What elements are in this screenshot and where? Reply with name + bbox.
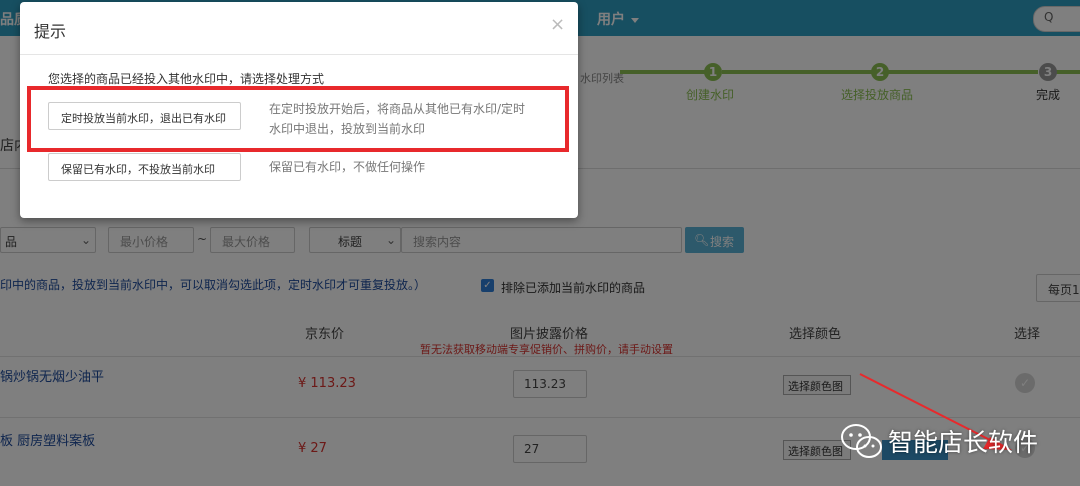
annotation-arrow	[859, 373, 1012, 450]
wechat-icon	[841, 424, 882, 458]
watermark-text: 智能店长软件	[888, 428, 1039, 457]
watermark: 智能店长软件	[840, 421, 1038, 465]
